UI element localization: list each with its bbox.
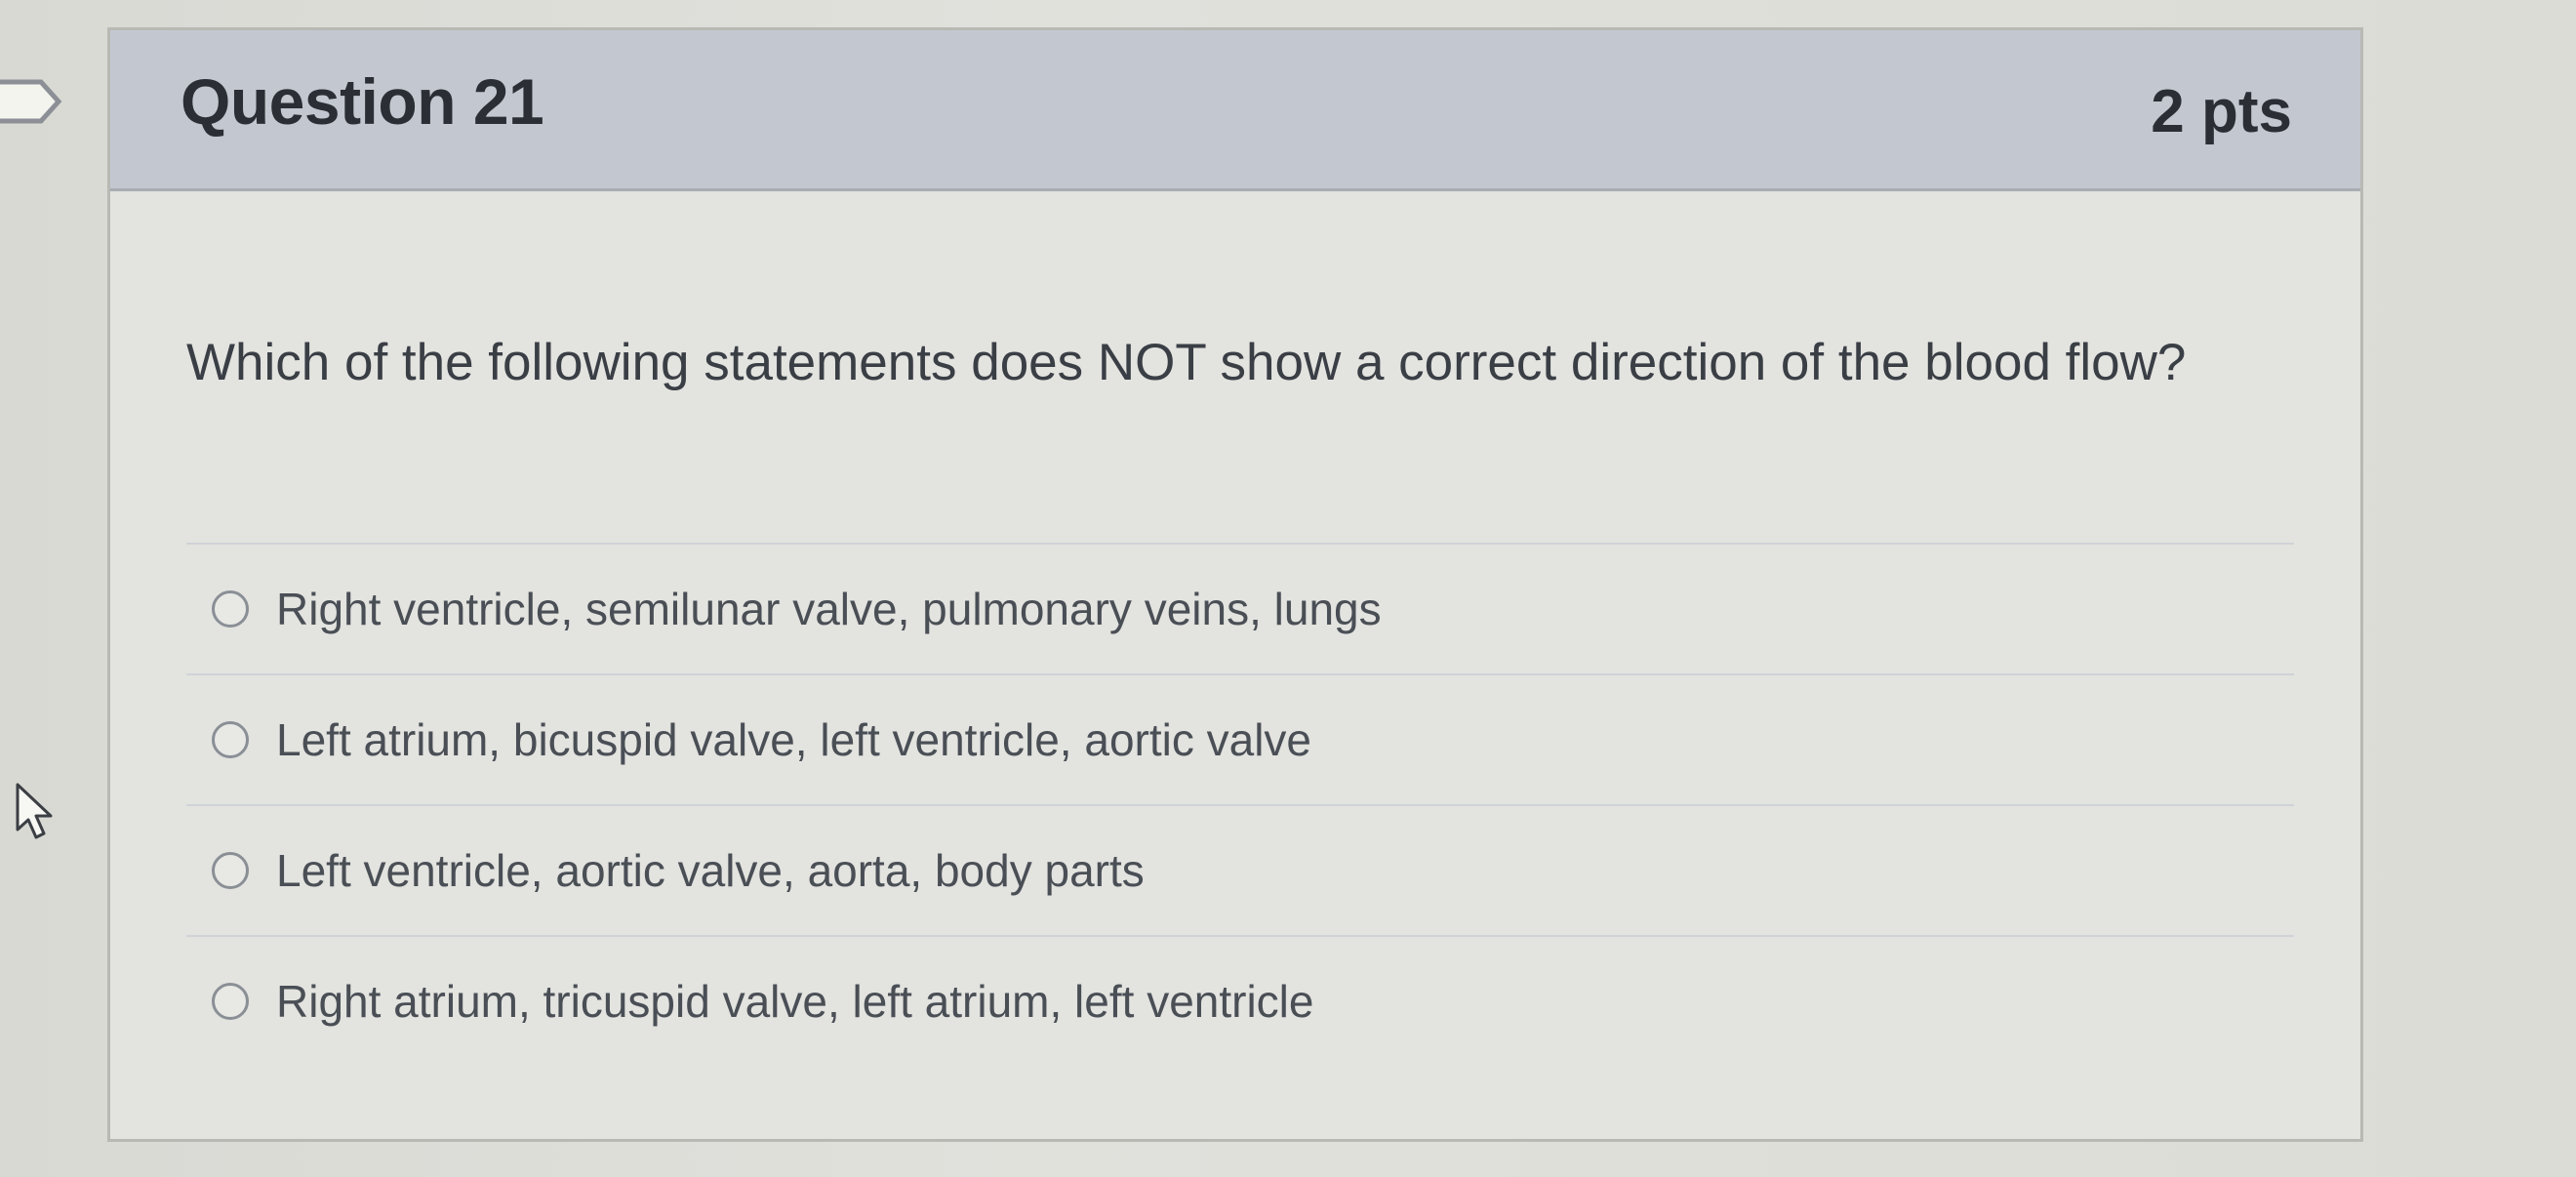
question-text: Which of the following statements does N… bbox=[186, 334, 2187, 391]
question-body: Which of the following statements does N… bbox=[110, 191, 2360, 1142]
bookmark-flag-icon[interactable] bbox=[0, 76, 64, 127]
answer-option[interactable]: Left atrium, bicuspid valve, left ventri… bbox=[186, 673, 2294, 804]
answer-option[interactable]: Left ventricle, aortic valve, aorta, bod… bbox=[186, 804, 2294, 935]
radio-button[interactable] bbox=[212, 721, 249, 758]
answer-label: Left atrium, bicuspid valve, left ventri… bbox=[276, 714, 1312, 765]
question-header: Question 21 2 pts bbox=[110, 30, 2360, 191]
radio-button[interactable] bbox=[212, 983, 249, 1020]
answer-option[interactable]: Right ventricle, semilunar valve, pulmon… bbox=[186, 543, 2294, 673]
question-title: Question 21 bbox=[181, 65, 544, 138]
radio-button[interactable] bbox=[212, 590, 249, 628]
mouse-pointer-icon bbox=[16, 783, 53, 839]
answer-label: Left ventricle, aortic valve, aorta, bod… bbox=[276, 845, 1145, 896]
question-points: 2 pts bbox=[2151, 78, 2292, 145]
answer-option[interactable]: Right atrium, tricuspid valve, left atri… bbox=[186, 935, 2294, 1066]
radio-button[interactable] bbox=[212, 852, 249, 889]
answer-list: Right ventricle, semilunar valve, pulmon… bbox=[186, 543, 2294, 1066]
answer-label: Right atrium, tricuspid valve, left atri… bbox=[276, 976, 1314, 1027]
answer-label: Right ventricle, semilunar valve, pulmon… bbox=[276, 584, 1382, 634]
question-card: Question 21 2 pts Which of the following… bbox=[107, 27, 2363, 1142]
